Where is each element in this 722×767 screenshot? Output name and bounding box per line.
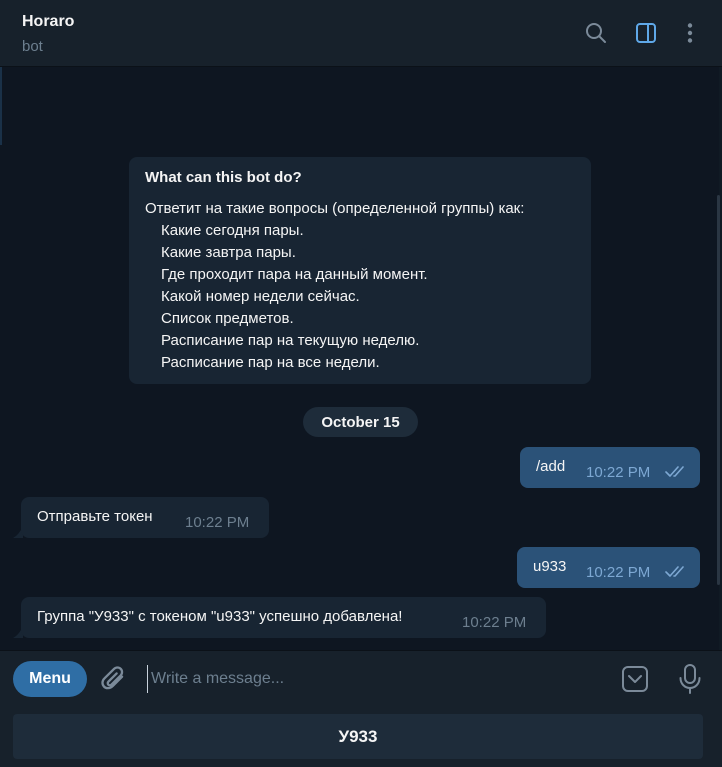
message-time: 10:22 PM: [586, 564, 651, 581]
message-text: /add: [536, 458, 566, 475]
message-input[interactable]: [147, 665, 587, 693]
microphone-icon[interactable]: [677, 663, 703, 695]
chat-header: Horaro bot: [0, 0, 722, 67]
bot-description-line: Расписание пар на все недели.: [161, 354, 380, 371]
scrollbar-thumb[interactable]: [717, 195, 720, 585]
chat-subtitle: bot: [22, 38, 43, 55]
bot-description-line: Список предметов.: [161, 310, 294, 327]
outgoing-message[interactable]: /add 10:22 PM: [520, 447, 700, 488]
reply-keyboard: У933: [0, 706, 722, 767]
message-time: 10:22 PM: [185, 514, 250, 531]
double-check-icon: [665, 566, 684, 577]
paperclip-icon[interactable]: [100, 664, 128, 694]
telegram-chat-window: Horaro bot What can this bot do? Ответит…: [0, 0, 722, 767]
more-vertical-icon[interactable]: [677, 20, 703, 46]
date-separator: October 15: [303, 407, 418, 437]
bot-description-line: Какие завтра пары.: [161, 244, 296, 261]
bot-description-body: Ответит на такие вопросы (определенной г…: [145, 198, 575, 374]
chat-title[interactable]: Horaro: [22, 13, 74, 31]
search-icon[interactable]: [583, 20, 609, 46]
message-text: Группа "У933" с токеном "u933" успешно д…: [37, 608, 403, 625]
double-check-icon: [665, 466, 684, 477]
bot-description-line: Ответит на такие вопросы (определенной г…: [145, 200, 525, 217]
bot-menu-button[interactable]: Menu: [13, 661, 87, 697]
message-text: Отправьте токен: [37, 508, 153, 525]
reply-keyboard-button[interactable]: У933: [13, 714, 703, 759]
bot-keyboard-icon[interactable]: [620, 664, 650, 694]
incoming-message[interactable]: Отправьте токен 10:22 PM: [21, 497, 269, 538]
outgoing-message[interactable]: u933 10:22 PM: [517, 547, 700, 588]
message-time: 10:22 PM: [586, 464, 651, 481]
message-text: u933: [533, 558, 567, 575]
incoming-message[interactable]: Группа "У933" с токеном "u933" успешно д…: [21, 597, 546, 638]
sidebar-toggle-icon[interactable]: [633, 20, 659, 46]
bot-description-line: Какие сегодня пары.: [161, 222, 304, 239]
message-time: 10:22 PM: [462, 614, 527, 631]
bot-description-title: What can this bot do?: [145, 169, 302, 186]
bot-description-card: What can this bot do? Ответит на такие в…: [129, 157, 591, 384]
bot-description-line: Где проходит пара на данный момент.: [161, 266, 428, 283]
bot-description-line: Расписание пар на текущую неделю.: [161, 332, 420, 349]
left-rail-divider: [0, 67, 2, 145]
bot-description-line: Какой номер недели сейчас.: [161, 288, 360, 305]
message-composer: Menu: [0, 650, 722, 706]
